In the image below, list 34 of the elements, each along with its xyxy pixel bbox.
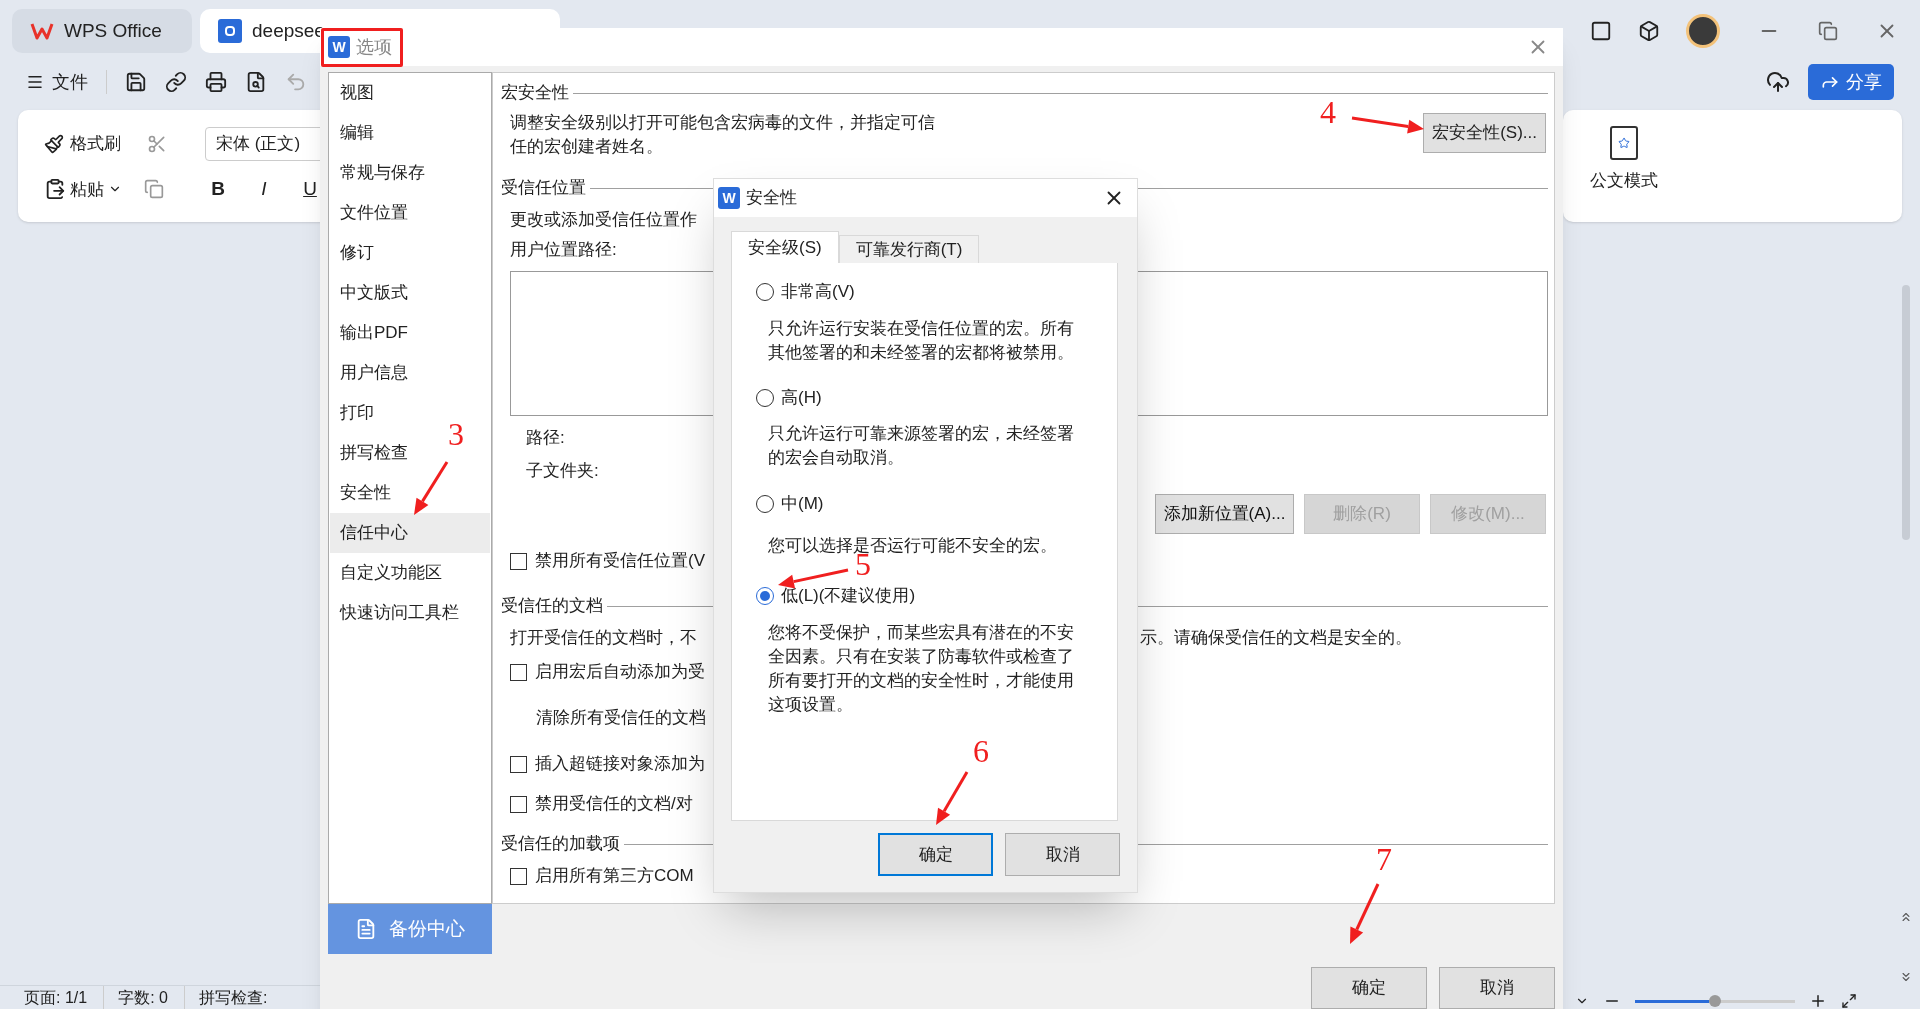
- level-description: 只允许运行安装在受信任位置的宏。所有其他签署的和未经签署的宏都将被禁用。: [768, 318, 1075, 364]
- status-text: 页面: 1/1: [24, 987, 88, 1008]
- description: 打开受信任的文档时，不: [510, 628, 697, 647]
- radio-label: 低(L)(不建议使用): [781, 585, 916, 608]
- checkbox-label: 启用所有第三方COM: [535, 865, 694, 888]
- step-number: 4: [1320, 96, 1336, 128]
- step-number: 7: [1376, 843, 1392, 875]
- radio-label: 高(H): [781, 387, 822, 410]
- checkbox-label: 启用宏后自动添加为受: [535, 661, 705, 684]
- dialog-title: 选项: [356, 35, 392, 59]
- status-text: 字数: 0: [103, 985, 168, 1009]
- description: 示。请确保受信任的文档是安全的。: [1140, 627, 1412, 649]
- checkbox-label: 禁用所有受信任位置(V: [535, 550, 705, 573]
- field-label: 子文件夹:: [526, 460, 599, 482]
- radio-label: 非常高(V): [781, 281, 855, 304]
- status-text: 拼写检查:: [183, 985, 268, 1009]
- dialog-title: 安全性: [746, 187, 797, 210]
- level-description: 您将不受保护，而某些宏具有潜在的不安全因素。只有在安装了防毒软件或检查了所有要打开的文档的安全性时，才能使用这项设置。: [768, 622, 1075, 716]
- radio-label: 中(M): [781, 493, 824, 516]
- section-heading: 受信任位置: [501, 177, 586, 200]
- field-label: 用户位置路径:: [509, 239, 617, 261]
- app-icon: W: [718, 187, 740, 209]
- description: 调整安全级别以打开可能包含宏病毒的文件，并指定可信任的宏创建者姓名。: [510, 112, 936, 158]
- section-heading: 受信任的文档: [501, 595, 603, 618]
- section-heading: 宏安全性: [501, 82, 569, 105]
- section-heading: 受信任的加载项: [501, 833, 620, 856]
- step-number: 6: [973, 735, 989, 767]
- field-label: 路径:: [526, 427, 565, 449]
- checkbox-label: 插入超链接对象添加为: [535, 753, 705, 776]
- app-icon: W: [328, 36, 350, 58]
- level-description: 只允许运行可靠来源签署的宏，未经签署的宏会自动取消。: [768, 423, 1075, 469]
- checkbox-label: 禁用受信任的文档/对: [535, 793, 693, 816]
- step-number: 3: [448, 418, 464, 450]
- description: 更改或添加受信任位置作: [509, 209, 697, 231]
